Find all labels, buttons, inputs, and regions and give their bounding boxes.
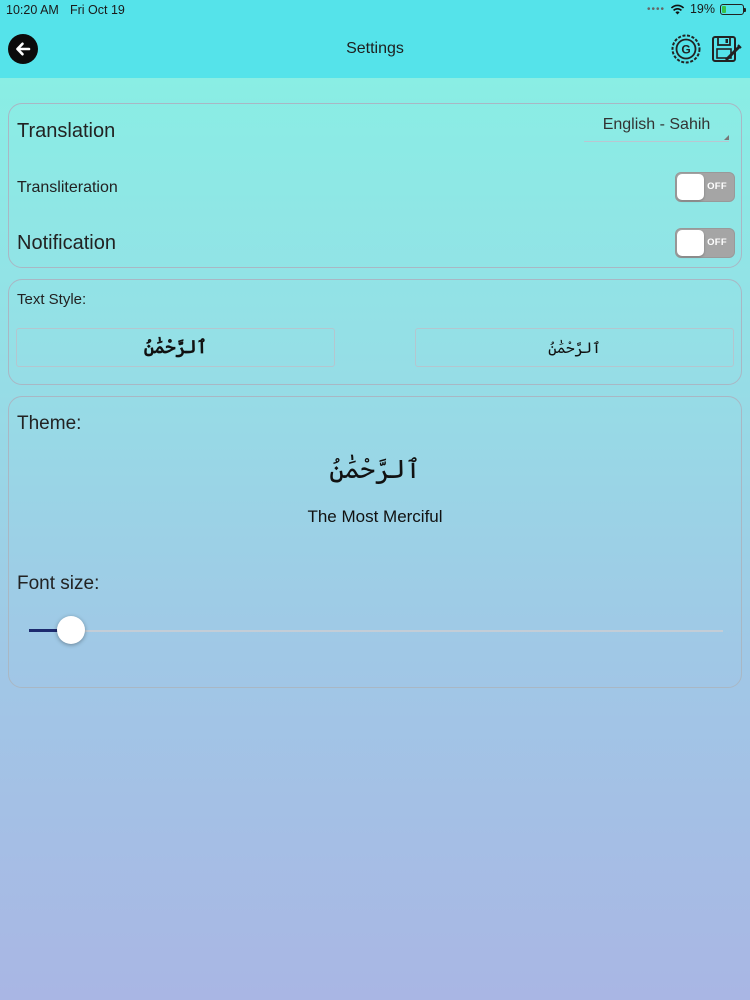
toggle-knob bbox=[677, 174, 704, 200]
signal-dots-icon: •••• bbox=[646, 3, 665, 15]
translation-select[interactable]: English - Sahih bbox=[584, 116, 729, 142]
text-style-option-2-label: ٱلرَّحْمَٰنُ bbox=[548, 338, 601, 357]
page-title: Settings bbox=[346, 40, 404, 57]
translation-preview: The Most Merciful bbox=[307, 507, 443, 526]
toggle-state: OFF bbox=[707, 237, 727, 248]
status-time: 10:20 AM bbox=[6, 3, 59, 17]
font-size-slider-track[interactable] bbox=[29, 630, 723, 632]
restore-settings-icon[interactable]: G bbox=[670, 33, 702, 65]
font-size-slider-thumb[interactable] bbox=[56, 616, 85, 644]
svg-text:G: G bbox=[681, 43, 690, 57]
theme-label: Theme: bbox=[17, 413, 82, 434]
transliteration-toggle[interactable]: OFF bbox=[675, 172, 735, 202]
battery-level bbox=[722, 5, 726, 13]
theme-card: Theme: ٱلرَّحْمَٰنُ The Most Merciful Fo… bbox=[8, 396, 742, 688]
text-style-label: Text Style: bbox=[17, 291, 87, 308]
select-caret-icon bbox=[724, 135, 729, 140]
translation-label: Translation bbox=[17, 120, 116, 142]
text-style-option-1-label: ٱلرَّحْمَٰنُ bbox=[143, 337, 208, 358]
text-style-card: Text Style: ٱلرَّحْمَٰنُ ٱلرَّحْمَٰنُ bbox=[8, 279, 742, 385]
toggle-state: OFF bbox=[707, 181, 727, 192]
battery-icon bbox=[720, 3, 746, 15]
save-settings-icon[interactable] bbox=[710, 33, 742, 65]
top-bar: 10:20 AM Fri Oct 19 •••• 19% Settings G bbox=[0, 0, 750, 78]
status-date: Fri Oct 19 bbox=[70, 3, 125, 17]
transliteration-label: Transliteration bbox=[17, 179, 118, 196]
text-style-option-2[interactable]: ٱلرَّحْمَٰنُ bbox=[415, 328, 734, 367]
arabic-preview: ٱلرَّحْمَٰنُ bbox=[329, 455, 421, 485]
wifi-icon bbox=[670, 4, 685, 14]
battery-percent: 19% bbox=[689, 2, 715, 16]
notification-toggle[interactable]: OFF bbox=[675, 228, 735, 258]
status-right: •••• 19% bbox=[646, 2, 746, 16]
status-bar: 10:20 AM Fri Oct 19 •••• 19% bbox=[0, 0, 750, 20]
text-style-option-1[interactable]: ٱلرَّحْمَٰنُ bbox=[16, 328, 335, 367]
font-size-label: Font size: bbox=[17, 573, 100, 594]
translation-select-value: English - Sahih bbox=[602, 116, 711, 133]
general-settings-card: Translation English - Sahih Transliterat… bbox=[8, 103, 742, 268]
toggle-knob bbox=[677, 230, 704, 256]
notification-label: Notification bbox=[17, 232, 116, 254]
